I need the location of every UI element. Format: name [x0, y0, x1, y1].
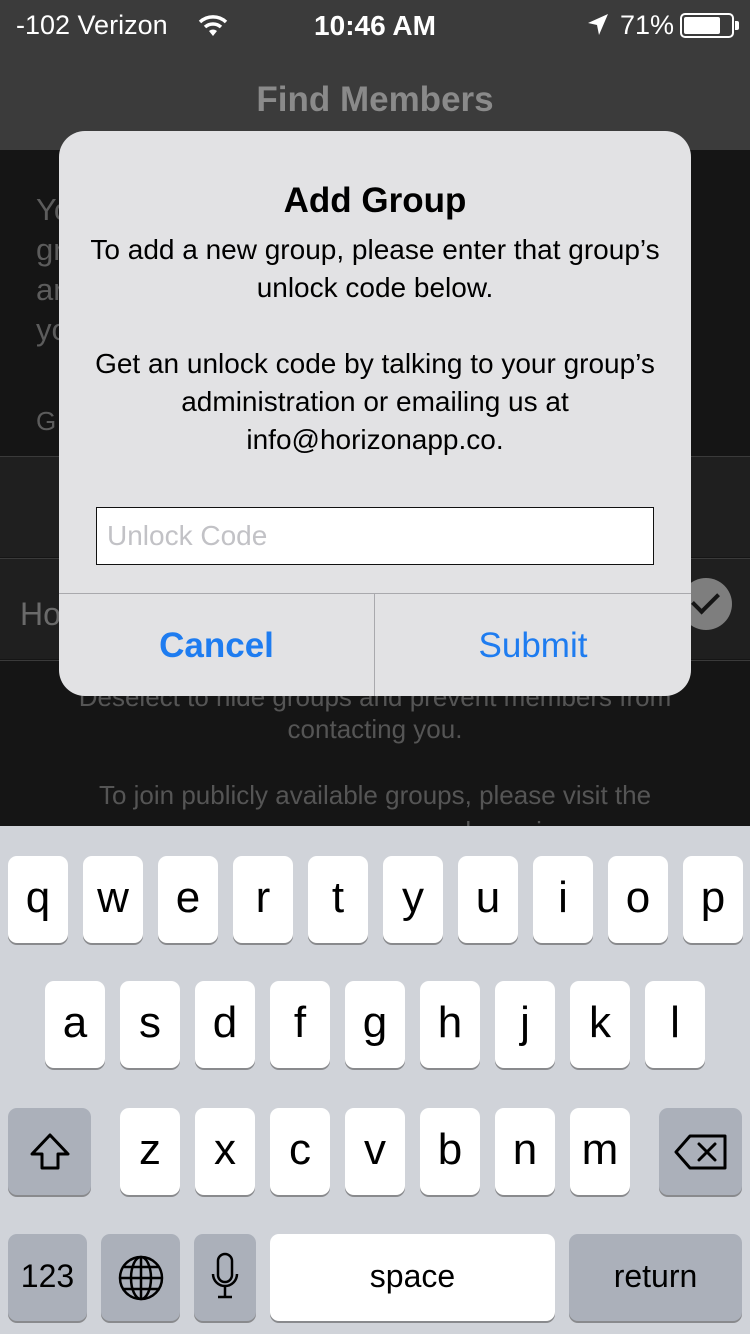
key-x[interactable]: x [195, 1108, 255, 1195]
key-b[interactable]: b [420, 1108, 480, 1195]
shift-icon [30, 1133, 70, 1170]
microphone-icon [211, 1252, 239, 1299]
key-d[interactable]: d [195, 981, 255, 1068]
key-c[interactable]: c [270, 1108, 330, 1195]
cancel-button[interactable]: Cancel [59, 594, 375, 696]
space-key[interactable]: space [270, 1234, 555, 1321]
carrier-label: -102 Verizon [16, 10, 168, 40]
key-q[interactable]: q [8, 856, 68, 943]
globe-key[interactable] [101, 1234, 180, 1321]
dictation-key[interactable] [194, 1234, 256, 1321]
status-bar: -102 Verizon 10:46 AM 71% [0, 0, 750, 52]
key-m[interactable]: m [570, 1108, 630, 1195]
key-f[interactable]: f [270, 981, 330, 1068]
key-e[interactable]: e [158, 856, 218, 943]
key-i[interactable]: i [533, 856, 593, 943]
keyboard: q w e r t y u i o p a s d f g h j k l z … [0, 826, 750, 1334]
submit-button[interactable]: Submit [375, 594, 691, 696]
group-row-label: Ho [20, 596, 61, 632]
key-h[interactable]: h [420, 981, 480, 1068]
unlock-code-input[interactable] [96, 507, 654, 565]
page-title: Find Members [256, 80, 494, 119]
add-group-dialog: Add Group To add a new group, please ent… [59, 131, 691, 696]
key-p[interactable]: p [683, 856, 743, 943]
groups-section-header: G [36, 406, 57, 436]
globe-icon [118, 1255, 164, 1301]
shift-key[interactable] [8, 1108, 91, 1195]
key-o[interactable]: o [608, 856, 668, 943]
key-l[interactable]: l [645, 981, 705, 1068]
wifi-icon [198, 15, 228, 36]
footer-text: contacting you. [287, 714, 463, 744]
dialog-button-bar: Cancel Submit [59, 593, 691, 696]
dialog-title: Add Group [283, 181, 467, 220]
battery-percent: 71% [620, 10, 675, 40]
key-j[interactable]: j [495, 981, 555, 1068]
key-r[interactable]: r [233, 856, 293, 943]
footer-text: To join publicly available groups, pleas… [98, 780, 652, 810]
location-arrow-icon [588, 14, 608, 35]
delete-icon [674, 1134, 727, 1170]
battery-icon [680, 13, 739, 38]
key-t[interactable]: t [308, 856, 368, 943]
key-z[interactable]: z [120, 1108, 180, 1195]
key-k[interactable]: k [570, 981, 630, 1068]
key-a[interactable]: a [45, 981, 105, 1068]
key-s[interactable]: s [120, 981, 180, 1068]
key-v[interactable]: v [345, 1108, 405, 1195]
key-y[interactable]: y [383, 856, 443, 943]
dialog-message: To add a new group, please enter that gr… [90, 234, 660, 455]
key-n[interactable]: n [495, 1108, 555, 1195]
numbers-key[interactable]: 123 [8, 1234, 87, 1321]
key-g[interactable]: g [345, 981, 405, 1068]
key-w[interactable]: w [83, 856, 143, 943]
return-key[interactable]: return [569, 1234, 742, 1321]
key-u[interactable]: u [458, 856, 518, 943]
delete-key[interactable] [659, 1108, 742, 1195]
